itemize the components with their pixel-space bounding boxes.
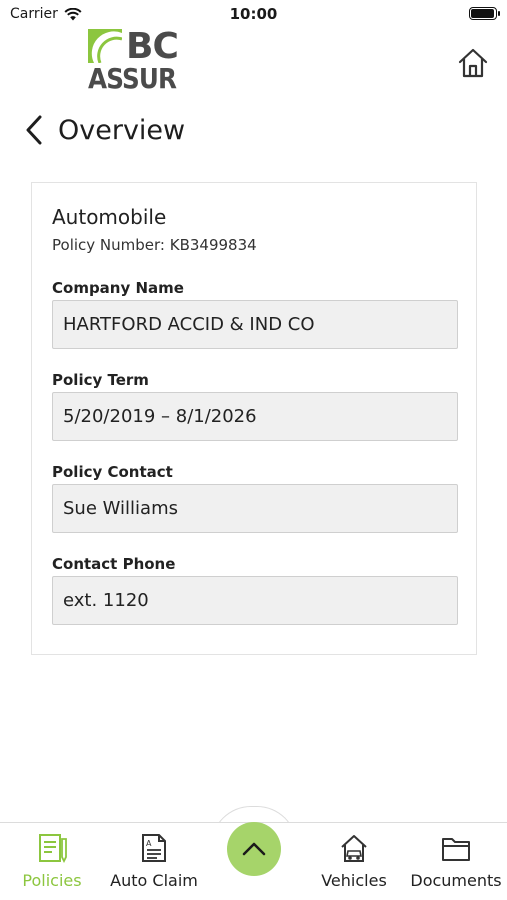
tab-documents[interactable]: Documents xyxy=(406,823,506,900)
nav-header: Overview xyxy=(22,110,185,150)
expand-menu-button[interactable] xyxy=(227,822,281,876)
logo-text-assur: ASSUR xyxy=(88,62,177,95)
vehicles-icon xyxy=(341,835,367,862)
company-name-field[interactable]: HARTFORD ACCID & IND CO xyxy=(52,300,458,349)
battery-icon xyxy=(469,7,500,20)
policy-term-label: Policy Term xyxy=(52,371,149,389)
policy-contact-label: Policy Contact xyxy=(52,463,173,481)
policy-type: Automobile xyxy=(52,205,167,229)
tab-auto-claim-label: Auto Claim xyxy=(110,871,198,890)
tab-policies-label: Policies xyxy=(22,871,82,890)
documents-icon xyxy=(442,838,470,861)
home-button[interactable] xyxy=(456,46,490,80)
back-button[interactable] xyxy=(22,114,46,146)
company-name-label: Company Name xyxy=(52,279,184,297)
policy-term-field[interactable]: 5/20/2019 – 8/1/2026 xyxy=(52,392,458,441)
page-title: Overview xyxy=(58,114,186,146)
tab-auto-claim[interactable]: A Auto Claim xyxy=(108,823,200,900)
tab-vehicles-label: Vehicles xyxy=(321,871,387,890)
contact-phone-field[interactable]: ext. 1120 xyxy=(52,576,458,625)
svg-text:A: A xyxy=(146,839,152,848)
policy-card: Automobile Policy Number: KB3499834 Comp… xyxy=(31,182,477,655)
chevron-up-icon xyxy=(242,842,266,856)
home-icon xyxy=(458,48,488,78)
logo-text-bc: BC xyxy=(126,26,179,67)
policy-number: Policy Number: KB3499834 xyxy=(52,236,257,254)
status-time: 10:00 xyxy=(229,5,278,23)
status-bar: Carrier 10:00 xyxy=(0,0,507,28)
tab-documents-label: Documents xyxy=(410,871,502,890)
battery-level-fill xyxy=(471,9,494,18)
tab-policies[interactable]: Policies xyxy=(16,823,88,900)
brand-logo: BC ASSUR xyxy=(88,26,180,97)
contact-phone-label: Contact Phone xyxy=(52,555,176,573)
tab-vehicles[interactable]: Vehicles xyxy=(312,823,396,900)
auto-claim-icon: A xyxy=(142,834,166,862)
policy-contact-field[interactable]: Sue Williams xyxy=(52,484,458,533)
policies-icon xyxy=(39,834,67,864)
logo-mark-icon xyxy=(88,29,122,63)
